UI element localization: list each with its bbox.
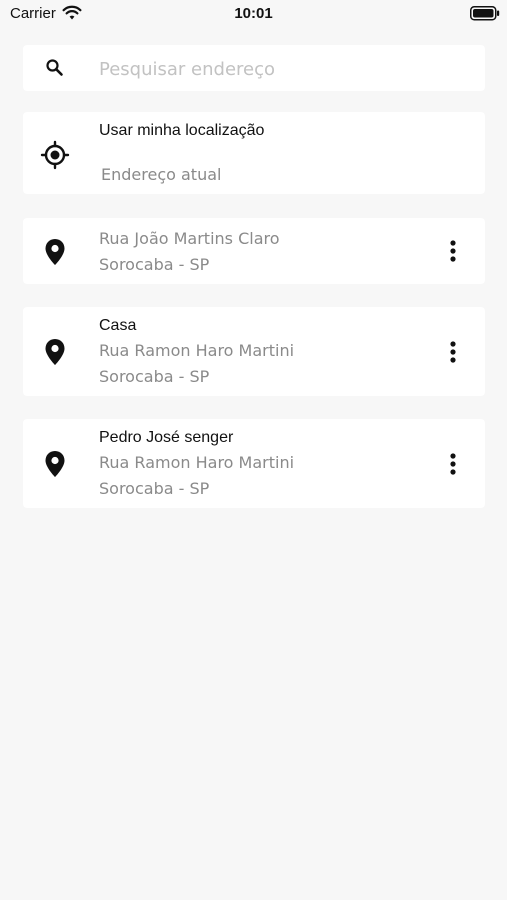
more-options-icon[interactable] xyxy=(443,452,463,476)
location-pin-icon xyxy=(44,338,66,371)
address-name: Pedro José senger xyxy=(99,429,234,446)
address-city: Sorocaba - SP xyxy=(99,367,210,386)
status-time: 10:01 xyxy=(234,5,273,22)
location-pin-icon xyxy=(44,450,66,483)
address-city: Sorocaba - SP xyxy=(99,479,210,498)
crosshair-icon xyxy=(40,140,70,175)
location-pin-icon xyxy=(44,238,66,271)
more-options-icon[interactable] xyxy=(443,340,463,364)
address-street: Rua João Martins Claro xyxy=(99,229,280,248)
use-current-location[interactable]: Usar minha localização Endereço atual xyxy=(23,112,485,194)
address-name: Casa xyxy=(99,317,137,334)
search-bar[interactable] xyxy=(23,45,485,91)
current-address-label: Endereço atual xyxy=(101,165,222,184)
address-item[interactable]: Pedro José senger Rua Ramon Haro Martini… xyxy=(23,419,485,508)
address-item[interactable]: Rua João Martins Claro Sorocaba - SP xyxy=(23,218,485,284)
status-bar: Carrier 10:01 xyxy=(0,0,507,28)
address-street: Rua Ramon Haro Martini xyxy=(99,341,295,360)
search-icon xyxy=(45,58,65,83)
address-city: Sorocaba - SP xyxy=(99,255,210,274)
more-options-icon[interactable] xyxy=(443,239,463,263)
battery-icon xyxy=(470,6,500,26)
use-location-title: Usar minha localização xyxy=(99,122,265,139)
search-input[interactable] xyxy=(97,53,471,85)
address-street: Rua Ramon Haro Martini xyxy=(99,453,295,472)
address-item[interactable]: Casa Rua Ramon Haro Martini Sorocaba - S… xyxy=(23,307,485,396)
